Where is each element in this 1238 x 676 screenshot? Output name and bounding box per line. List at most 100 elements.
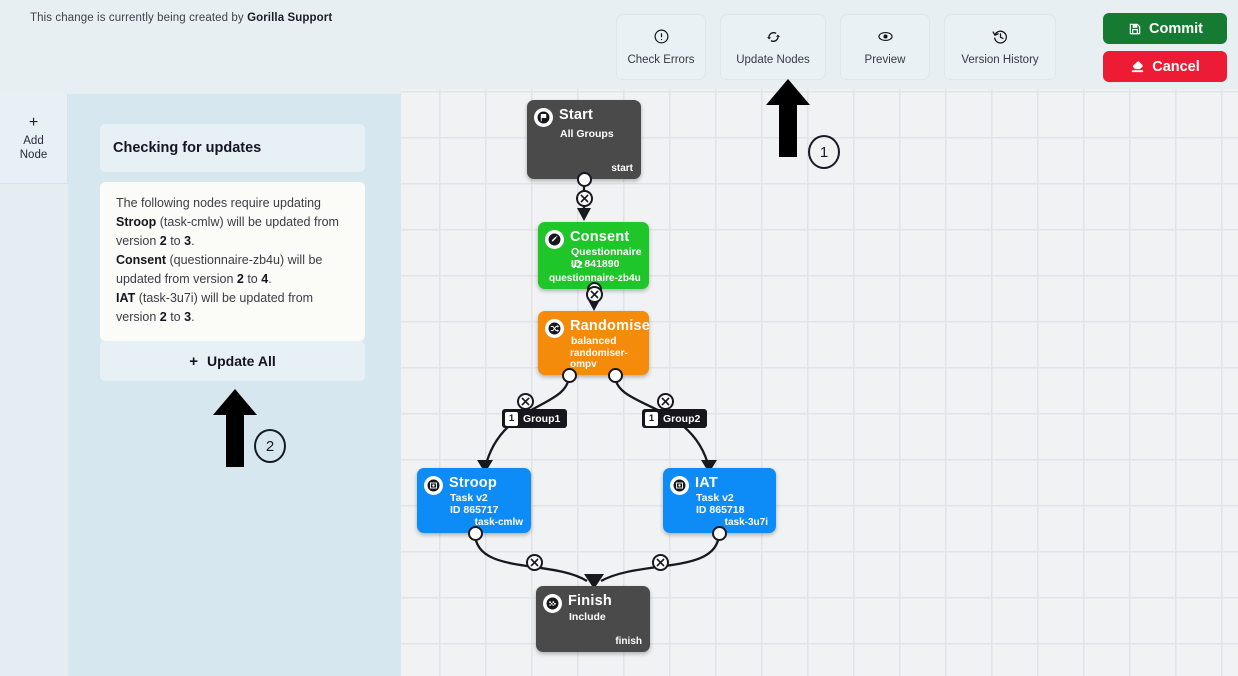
plus-icon: + xyxy=(189,352,199,370)
eye-icon xyxy=(877,28,894,45)
update-1-from: 2 xyxy=(236,272,244,286)
handle-stroop-out[interactable] xyxy=(468,526,483,541)
edges-layer xyxy=(473,179,721,589)
node-finish-subtitle: Include xyxy=(569,611,606,623)
edge-label-group1[interactable]: 1 Group1 xyxy=(502,409,568,428)
update-0-name: Stroop xyxy=(116,215,157,229)
update-nodes-button[interactable]: Update Nodes xyxy=(720,14,826,80)
update-nodes-label: Update Nodes xyxy=(736,54,810,66)
annotation-number-1: 1 xyxy=(808,135,840,169)
update-2-end: . xyxy=(191,310,195,324)
edge-delete-consent-randomiser[interactable] xyxy=(586,286,603,303)
node-iat-id: ID 865718 xyxy=(696,504,745,516)
node-stroop-title: Stroop xyxy=(449,475,497,491)
version-history-label: Version History xyxy=(961,54,1039,66)
node-finish-title: Finish xyxy=(568,593,612,609)
node-randomiser-subtitle: balanced xyxy=(571,335,617,347)
node-finish[interactable]: Finish Include finish xyxy=(536,586,650,652)
change-notice-author: Gorilla Support xyxy=(247,12,333,24)
checkered-flag-icon xyxy=(543,594,562,613)
commit-button[interactable]: Commit xyxy=(1103,13,1227,44)
annotation-arrow-2 xyxy=(213,389,257,472)
edit-pencil-icon xyxy=(545,230,564,249)
updates-intro: The following nodes require updating xyxy=(116,196,321,210)
history-icon xyxy=(991,28,1009,45)
update-1-end: . xyxy=(268,272,272,286)
alert-circle-icon xyxy=(653,28,670,45)
add-node-label-line2: Node xyxy=(19,149,48,161)
edge-label-group2-text: Group2 xyxy=(663,412,701,425)
refresh-icon xyxy=(765,28,782,45)
flow-canvas[interactable]: Start All Groups start Consent Questionn… xyxy=(401,89,1238,676)
cancel-button[interactable]: Cancel xyxy=(1103,51,1227,82)
check-errors-label: Check Errors xyxy=(627,54,695,66)
handle-start-out[interactable] xyxy=(577,172,592,187)
handle-iat-out[interactable] xyxy=(712,526,727,541)
node-iat-tag: task-3u7i xyxy=(724,517,768,528)
edge-label-group1-text: Group1 xyxy=(523,412,561,425)
plus-icon: + xyxy=(28,114,39,131)
node-start-title: Start xyxy=(559,107,594,123)
update-0-key: (task-cmlw) xyxy=(156,215,228,229)
edge-label-group2[interactable]: 1 Group2 xyxy=(642,409,708,428)
node-stroop-subtitle: Task v2 xyxy=(450,492,488,504)
update-1-name: Consent xyxy=(116,253,166,267)
update-0-from: 2 xyxy=(159,234,167,248)
node-iat-title: IAT xyxy=(695,475,718,491)
node-iat[interactable]: IAT Task v2 ID 865718 task-3u7i xyxy=(663,468,776,533)
node-consent-title: Consent xyxy=(570,229,630,245)
node-finish-tag: finish xyxy=(615,636,642,647)
update-1-join: to xyxy=(243,272,262,286)
node-randomiser-tag: randomiser-ompv xyxy=(570,348,628,370)
node-iat-subtitle: Task v2 xyxy=(696,492,734,504)
top-toolbar: This change is currently being created b… xyxy=(0,0,1238,94)
edge-label-group1-count: 1 xyxy=(505,411,518,426)
preview-button[interactable]: Preview xyxy=(840,14,930,80)
update-0-join: to xyxy=(166,234,185,248)
node-start[interactable]: Start All Groups start xyxy=(527,100,641,179)
update-1-key: (questionnaire-zb4u) xyxy=(166,253,288,267)
handle-randomiser-out-left[interactable] xyxy=(562,368,577,383)
update-all-button[interactable]: + Update All xyxy=(100,341,365,381)
node-randomiser[interactable]: Randomiser balanced randomiser-ompv xyxy=(538,311,649,375)
edge-delete-start-consent[interactable] xyxy=(576,190,593,207)
update-0-end: . xyxy=(191,234,195,248)
node-consent[interactable]: Consent Questionnaire v2 ID 841890 quest… xyxy=(538,222,649,289)
edge-label-group2-count: 1 xyxy=(645,411,658,426)
check-errors-button[interactable]: Check Errors xyxy=(616,14,706,80)
edge-delete-iat-finish[interactable] xyxy=(652,554,669,571)
shuffle-icon xyxy=(545,319,564,338)
handle-randomiser-out-right[interactable] xyxy=(608,368,623,383)
node-start-tag: start xyxy=(611,163,633,174)
flow-graph: Start All Groups start Consent Questionn… xyxy=(401,89,1238,676)
node-stroop-tag: task-cmlw xyxy=(474,517,523,528)
node-stroop[interactable]: Stroop Task v2 ID 865717 task-cmlw xyxy=(417,468,531,533)
edge-delete-randomiser-stroop[interactable] xyxy=(517,393,534,410)
add-node-button[interactable]: + Add Node xyxy=(0,94,68,184)
update-2-join: to xyxy=(166,310,185,324)
save-disk-icon xyxy=(1127,21,1142,36)
node-stroop-id: ID 865717 xyxy=(450,504,499,516)
cancel-label: Cancel xyxy=(1152,58,1200,75)
node-start-subtitle: All Groups xyxy=(560,128,614,140)
arrow-start-consent xyxy=(577,208,591,221)
panel-header: Checking for updates xyxy=(100,124,365,172)
update-2-key: (task-3u7i) xyxy=(135,291,202,305)
eraser-icon xyxy=(1130,59,1145,74)
panel-body: The following nodes require updating Str… xyxy=(100,182,365,341)
node-randomiser-title: Randomiser xyxy=(570,318,649,334)
edge-delete-randomiser-iat[interactable] xyxy=(657,393,674,410)
workflow-editor: This change is currently being created b… xyxy=(0,0,1238,676)
left-rail: + Add Node xyxy=(0,94,68,676)
task-image-icon xyxy=(670,476,689,495)
version-history-button[interactable]: Version History xyxy=(944,14,1056,80)
annotation-number-2: 2 xyxy=(254,429,286,463)
task-image-icon xyxy=(424,476,443,495)
update-2-from: 2 xyxy=(159,310,167,324)
toolbar-buttons: Check Errors Update Nodes Preview Versio… xyxy=(616,14,1056,80)
preview-label: Preview xyxy=(864,54,906,66)
edge-delete-stroop-finish[interactable] xyxy=(526,554,543,571)
flag-icon xyxy=(534,108,553,127)
node-consent-id: ID 841890 xyxy=(571,258,620,270)
change-notice-prefix: This change is currently being created b… xyxy=(30,12,248,24)
